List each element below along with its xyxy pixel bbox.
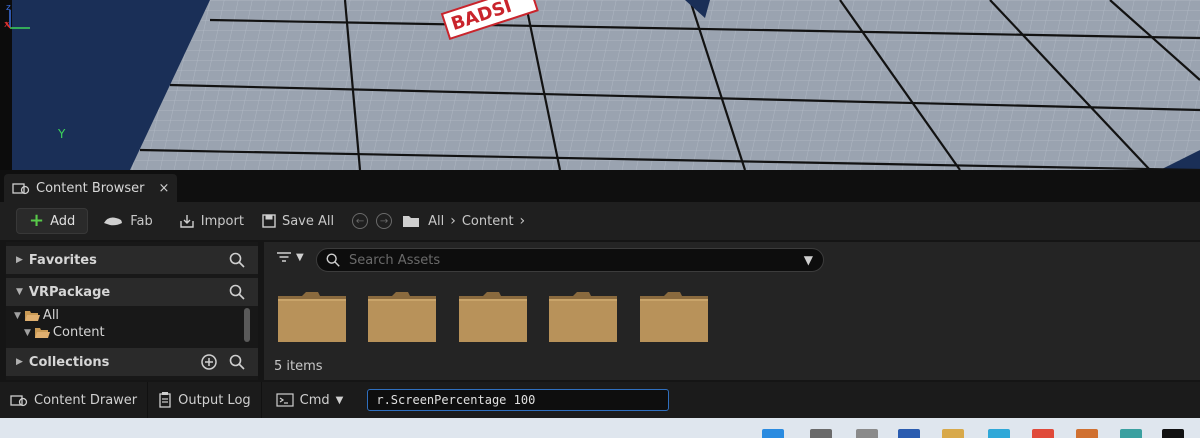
search-placeholder: Search Assets xyxy=(349,252,441,268)
caret-down-icon: ▼ xyxy=(16,287,23,297)
add-collection-icon[interactable] xyxy=(200,353,218,371)
unreal-engine-icon[interactable] xyxy=(1162,429,1184,438)
collections-header[interactable]: ▶ Collections xyxy=(6,348,258,376)
svg-text:x: x xyxy=(4,20,10,30)
breadcrumb-content[interactable]: Content xyxy=(462,214,514,229)
folder-tile[interactable] xyxy=(459,290,527,342)
axis-y-label: Y xyxy=(58,127,66,141)
folder-tile[interactable] xyxy=(278,290,346,342)
favorites-header[interactable]: ▶ Favorites xyxy=(6,246,258,274)
chevron-right-icon[interactable]: › xyxy=(514,213,532,229)
import-label: Import xyxy=(200,213,244,229)
package-label: VRPackage xyxy=(28,284,111,300)
chevron-down-icon: ▼ xyxy=(335,394,344,406)
tab-content-browser[interactable]: Content Browser × xyxy=(4,174,178,202)
item-count: 5 items xyxy=(274,359,323,374)
save-all-label: Save All xyxy=(281,213,335,229)
content-drawer-button[interactable]: Content Drawer xyxy=(0,382,149,418)
folder-icon xyxy=(403,216,420,227)
content-browser-toolbar: + Add Fab Import Save All ← → All › Cont… xyxy=(0,202,1200,240)
forward-arrow-icon[interactable]: → xyxy=(376,213,393,229)
filter-button[interactable]: ▼ xyxy=(276,250,304,264)
import-button[interactable]: Import xyxy=(171,208,252,234)
import-icon xyxy=(180,215,194,228)
tree-item-label: Content xyxy=(52,325,105,340)
viewport-scene: BADSI xyxy=(0,0,1200,170)
back-arrow-icon[interactable]: ← xyxy=(352,213,369,229)
open-folder-icon xyxy=(24,310,40,321)
content-drawer-label: Content Drawer xyxy=(34,392,138,408)
close-icon[interactable]: × xyxy=(159,181,170,196)
chevron-down-icon[interactable]: ▼ xyxy=(804,253,813,267)
caret-right-icon: ▶ xyxy=(16,357,23,367)
cmd-dropdown[interactable]: Cmd ▼ xyxy=(262,382,354,418)
axis-gizmo-icon: z x xyxy=(4,3,30,30)
chrome-browser-icon[interactable] xyxy=(1032,429,1054,438)
open-folder-icon xyxy=(34,327,50,338)
folder-tile[interactable] xyxy=(640,290,708,342)
level-viewport[interactable]: BADSI z x Y xyxy=(0,0,1200,170)
caret-right-icon: ▶ xyxy=(16,255,23,265)
folder-tile[interactable] xyxy=(368,290,436,342)
package-header[interactable]: ▼ VRPackage xyxy=(6,278,258,306)
output-log-button[interactable]: Output Log xyxy=(148,382,262,418)
content-browser-tabbar: Content Browser × xyxy=(0,170,1200,202)
fab-icon xyxy=(104,217,123,226)
console-command-input[interactable]: r.ScreenPercentage 100 xyxy=(367,389,670,411)
caret-down-icon: ▼ xyxy=(24,327,31,338)
edge-browser-icon[interactable] xyxy=(988,429,1010,438)
filter-icon xyxy=(277,252,291,262)
taskbar-app-icon[interactable] xyxy=(1076,429,1098,438)
terminal-icon xyxy=(276,393,294,407)
breadcrumb-all[interactable]: All xyxy=(428,214,444,229)
tree-item-label: All xyxy=(42,308,60,323)
fab-button[interactable]: Fab xyxy=(94,208,161,234)
fab-label: Fab xyxy=(130,213,153,229)
content-browser-icon xyxy=(12,183,30,195)
taskbar-app-icon[interactable] xyxy=(1120,429,1142,438)
search-icon[interactable] xyxy=(228,283,246,301)
save-icon xyxy=(262,214,276,228)
status-bar: Content Drawer Output Log Cmd ▼ r.Screen… xyxy=(0,382,1200,418)
tab-title: Content Browser xyxy=(36,180,145,196)
chevron-down-icon: ▼ xyxy=(296,251,304,263)
search-icon[interactable] xyxy=(228,353,246,371)
tree-scrollbar[interactable] xyxy=(244,308,250,342)
content-browser-icon xyxy=(10,395,28,407)
favorites-label: Favorites xyxy=(28,252,97,268)
file-explorer-icon[interactable] xyxy=(942,429,964,438)
search-icon xyxy=(326,253,340,267)
taskbar-app-icon[interactable] xyxy=(898,429,920,438)
os-taskbar xyxy=(0,418,1200,438)
chevron-right-icon: › xyxy=(450,213,456,229)
caret-down-icon: ▼ xyxy=(14,310,21,321)
add-button[interactable]: + Add xyxy=(16,208,89,234)
windows-start-icon[interactable] xyxy=(762,429,784,438)
tree-item-content[interactable]: ▼ Content xyxy=(24,325,105,340)
cmd-label: Cmd xyxy=(299,392,330,408)
output-log-label: Output Log xyxy=(178,392,251,408)
tree-item-all[interactable]: ▼ All xyxy=(14,308,59,323)
output-log-icon xyxy=(159,392,171,408)
collections-label: Collections xyxy=(28,354,110,370)
plus-icon: + xyxy=(29,210,45,231)
folder-tile[interactable] xyxy=(549,290,617,342)
search-icon[interactable] xyxy=(228,251,246,269)
asset-view: ▼ Search Assets ▼ 5 items xyxy=(264,242,1200,380)
save-all-button[interactable]: Save All xyxy=(254,208,342,234)
add-label: Add xyxy=(50,213,76,229)
sources-panel: ▶ Favorites ▼ VRPackage ▼ All ▼ Content … xyxy=(6,242,258,380)
svg-text:z: z xyxy=(6,3,11,13)
search-assets-input[interactable]: Search Assets ▼ xyxy=(316,248,824,272)
taskbar-app-icon[interactable] xyxy=(810,429,832,438)
taskbar-app-icon[interactable] xyxy=(856,429,878,438)
